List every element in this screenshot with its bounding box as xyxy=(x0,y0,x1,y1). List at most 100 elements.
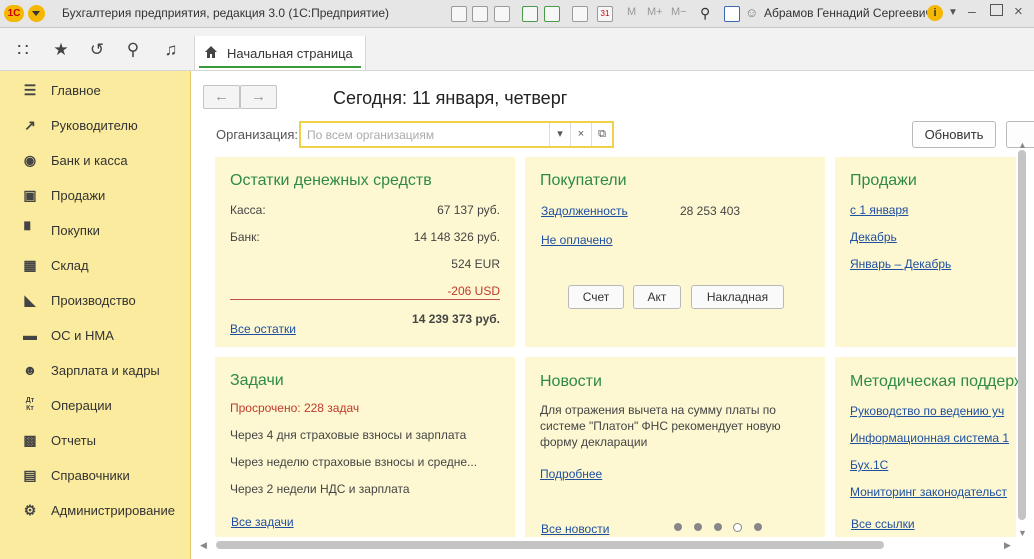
factory-icon: ◣ xyxy=(24,292,36,308)
more-news-link[interactable]: Подробнее xyxy=(540,467,602,481)
organization-placeholder: По всем организациям xyxy=(307,128,435,142)
star-icon[interactable]: ★ xyxy=(50,39,72,61)
calendar-icon[interactable]: 31 xyxy=(597,6,613,22)
print-icon[interactable] xyxy=(472,6,488,22)
sidebar-item-main[interactable]: ☰ Главное xyxy=(0,73,190,108)
panel-title: Продажи xyxy=(850,172,917,189)
invoice-button[interactable]: Счет xyxy=(568,285,624,309)
sidebar-item-bank[interactable]: ◉ Банк и касса xyxy=(0,143,190,178)
upload-icon[interactable] xyxy=(522,6,538,22)
minimize-icon[interactable]: – xyxy=(968,3,976,19)
save-icon[interactable] xyxy=(451,6,467,22)
zoom-icon[interactable]: ⚲ xyxy=(700,5,710,22)
sidebar-item-label: Склад xyxy=(51,258,89,273)
sidebar-item-purchases[interactable]: ▘ Покупки xyxy=(0,213,190,248)
calculator-icon[interactable] xyxy=(572,6,588,22)
panel-cash-balances: Остатки денежных средств Касса: 67 137 р… xyxy=(215,157,515,347)
horizontal-scroll-thumb[interactable] xyxy=(216,541,884,549)
sidebar-item-operations[interactable]: Дт Кт Операции xyxy=(0,388,190,423)
vertical-scroll-thumb[interactable] xyxy=(1018,150,1026,520)
carousel-dot[interactable] xyxy=(714,523,722,531)
all-links-link[interactable]: Все ссылки xyxy=(851,517,915,531)
sales-link-december[interactable]: Декабрь xyxy=(850,230,897,244)
sidebar-item-salary[interactable]: ☻ Зарплата и кадры xyxy=(0,353,190,388)
scroll-right-icon[interactable]: ▶ xyxy=(1004,540,1011,551)
all-balances-link[interactable]: Все остатки xyxy=(230,322,296,336)
trend-icon: ↗ xyxy=(24,117,36,133)
news-text: форму декларации xyxy=(540,435,648,449)
history-icon[interactable]: ↺ xyxy=(86,39,108,61)
user-name[interactable]: Абрамов Геннадий Сергеевич xyxy=(764,6,932,20)
support-link[interactable]: Бух.1С xyxy=(850,458,888,472)
tab-start-page[interactable]: Начальная страница xyxy=(194,36,366,70)
carousel-dot[interactable] xyxy=(754,523,762,531)
sidebar-item-warehouse[interactable]: ▦ Склад xyxy=(0,248,190,283)
memory-plus-button[interactable]: M+ xyxy=(647,6,663,18)
download-icon[interactable] xyxy=(544,6,560,22)
task-item[interactable]: Через 2 недели НДС и зарплата xyxy=(230,482,410,496)
menu-icon: ☰ xyxy=(23,82,37,98)
forward-button[interactable]: → xyxy=(240,85,277,109)
support-link[interactable]: Руководство по ведению уч xyxy=(850,404,1004,418)
horizontal-scrollbar[interactable]: ◀ ▶ xyxy=(198,538,1016,552)
sidebar-item-catalogs[interactable]: ▤ Справочники xyxy=(0,458,190,493)
sales-link-year[interactable]: Январь – Декабрь xyxy=(850,257,951,271)
sidebar-item-manager[interactable]: ↗ Руководителю xyxy=(0,108,190,143)
scroll-left-icon[interactable]: ◀ xyxy=(200,540,207,551)
bank-label: Банк: xyxy=(230,230,260,244)
unpaid-link[interactable]: Не оплачено xyxy=(541,233,612,247)
open-icon[interactable]: ⧉ xyxy=(591,123,612,146)
memory-minus-button[interactable]: M− xyxy=(671,6,687,18)
task-item[interactable]: Через 4 дня страховые взносы и зарплата xyxy=(230,428,466,442)
task-item[interactable]: Через неделю страховые взносы и средне..… xyxy=(230,455,477,469)
panel-toggle-icon[interactable] xyxy=(724,6,740,22)
top-toolbar: ∷ ★ ↺ ⚲ ♫ xyxy=(0,28,1034,71)
coin-icon: ◉ xyxy=(23,152,37,168)
debt-link[interactable]: Задолженность xyxy=(541,204,628,218)
scroll-up-icon[interactable]: ▲ xyxy=(1018,140,1027,150)
all-tasks-link[interactable]: Все задачи xyxy=(231,515,294,529)
back-button[interactable]: ← xyxy=(203,85,240,109)
debt-value: 28 253 403 xyxy=(680,204,741,218)
vertical-scrollbar[interactable]: ▲ ▼ xyxy=(1016,140,1030,540)
kassa-value: 67 137 руб. xyxy=(437,203,500,217)
waybill-button[interactable]: Накладная xyxy=(691,285,784,309)
maximize-icon[interactable] xyxy=(990,4,1003,16)
panel-title: Задачи xyxy=(230,372,284,389)
panel-buyers: Покупатели Задолженность 28 253 403 Не о… xyxy=(525,157,825,347)
main-menu-button[interactable] xyxy=(28,5,45,22)
act-button[interactable]: Акт xyxy=(633,285,681,309)
memory-button[interactable]: M xyxy=(627,6,636,18)
organization-input[interactable]: По всем организациям ▾ × ⧉ xyxy=(299,121,614,148)
carousel-dot-active[interactable] xyxy=(733,523,742,532)
bank-value: 14 148 326 руб. xyxy=(413,230,500,244)
sidebar-item-fixed-assets[interactable]: ▬ ОС и НМА xyxy=(0,318,190,353)
chevron-down-icon[interactable]: ▼ xyxy=(948,7,958,18)
close-icon[interactable]: × xyxy=(1014,3,1023,20)
refresh-button[interactable]: Обновить xyxy=(912,121,996,148)
search-icon[interactable]: ⚲ xyxy=(122,39,144,61)
gear-icon: ⚙ xyxy=(23,502,37,518)
bell-icon[interactable]: ♫ xyxy=(160,39,182,61)
sales-link-since-january[interactable]: с 1 января xyxy=(850,203,908,217)
info-icon[interactable]: i xyxy=(927,5,943,21)
chart-icon: ▩ xyxy=(23,432,37,448)
carousel-dot[interactable] xyxy=(674,523,682,531)
panel-support: Методическая поддерж Руководство по веде… xyxy=(835,357,1025,537)
carousel-dot[interactable] xyxy=(694,523,702,531)
cart-icon: ▘ xyxy=(24,222,36,238)
clear-icon[interactable]: × xyxy=(570,123,591,146)
scroll-down-icon[interactable]: ▼ xyxy=(1018,528,1027,538)
sidebar-item-production[interactable]: ◣ Производство xyxy=(0,283,190,318)
sidebar-item-reports[interactable]: ▩ Отчеты xyxy=(0,423,190,458)
support-link[interactable]: Информационная система 1 xyxy=(850,431,1009,445)
support-link[interactable]: Мониторинг законодательст xyxy=(850,485,1007,499)
sidebar-item-sales[interactable]: ▣ Продажи xyxy=(0,178,190,213)
apps-grid-icon[interactable]: ∷ xyxy=(12,39,34,61)
overdue-tasks[interactable]: Просрочено: 228 задач xyxy=(230,401,359,415)
preview-icon[interactable] xyxy=(494,6,510,22)
panel-title: Покупатели xyxy=(540,172,627,189)
all-news-link[interactable]: Все новости xyxy=(541,522,609,536)
sidebar-item-admin[interactable]: ⚙ Администрирование xyxy=(0,493,190,528)
dropdown-chevron-icon[interactable]: ▾ xyxy=(549,123,570,146)
